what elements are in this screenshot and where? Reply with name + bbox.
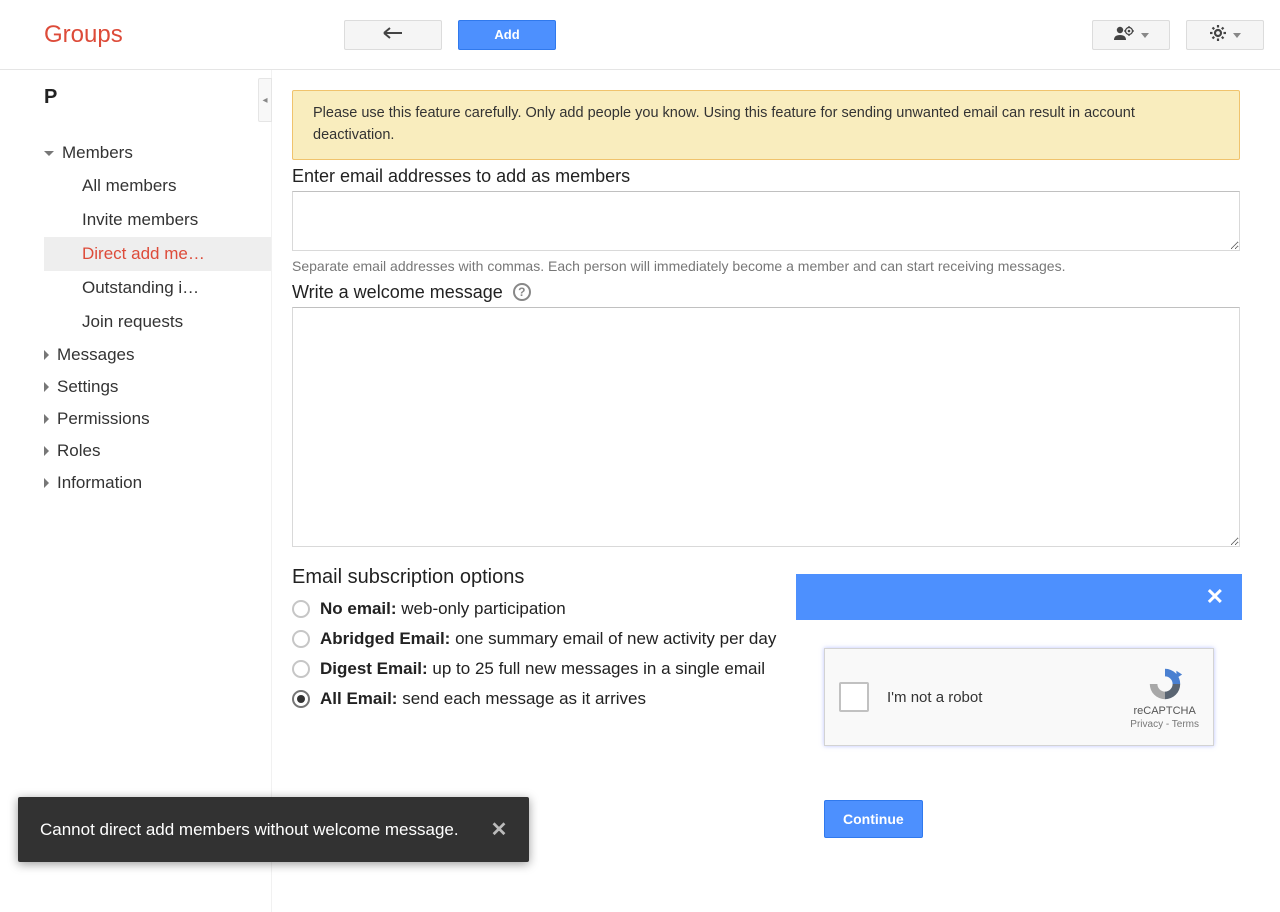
app-title: Groups (44, 21, 244, 49)
nav-roles[interactable]: Roles (44, 435, 271, 467)
collapse-sidebar-handle[interactable]: ◂ (258, 78, 272, 122)
close-icon[interactable]: ✕ (491, 817, 508, 842)
recaptcha-brand: reCAPTCHA (1130, 705, 1199, 717)
captcha-body: I'm not a robot reCAPTCHA Privacy - Term… (796, 620, 1242, 850)
emails-hint: Separate email addresses with commas. Ea… (292, 258, 1240, 274)
welcome-label-row: Write a welcome message ? (292, 282, 1240, 303)
nav-messages[interactable]: Messages (44, 339, 271, 371)
radio-icon (292, 690, 310, 708)
radio-icon (292, 660, 310, 678)
continue-button-label: Continue (843, 811, 904, 827)
welcome-input[interactable] (292, 307, 1240, 547)
person-gear-icon (1113, 25, 1135, 44)
toolbar: Add (344, 20, 556, 50)
chevron-down-icon (44, 151, 54, 156)
nav-invite-members[interactable]: Invite members (44, 203, 271, 237)
recaptcha-logo: reCAPTCHA Privacy - Terms (1130, 665, 1199, 730)
chevron-down-icon (1141, 27, 1149, 42)
recaptcha-checkbox[interactable] (839, 682, 869, 712)
main-content: Please use this feature carefully. Only … (272, 70, 1280, 912)
radio-label: No email: web-only participation (320, 599, 566, 619)
nav-outstanding-invitations[interactable]: Outstanding i… (44, 271, 271, 305)
welcome-label: Write a welcome message (292, 282, 503, 303)
radio-icon (292, 630, 310, 648)
nav-messages-label: Messages (57, 345, 134, 365)
nav-settings-label: Settings (57, 377, 118, 397)
recaptcha-widget: I'm not a robot reCAPTCHA Privacy - Term… (824, 648, 1214, 746)
chevron-right-icon (44, 350, 49, 360)
chevron-left-icon: ◂ (262, 95, 267, 106)
add-button[interactable]: Add (458, 20, 556, 50)
back-button[interactable] (344, 20, 442, 50)
radio-icon (292, 600, 310, 618)
chevron-right-icon (44, 446, 49, 456)
emails-label: Enter email addresses to add as members (292, 166, 1240, 187)
warning-banner: Please use this feature carefully. Only … (292, 90, 1240, 160)
error-toast: Cannot direct add members without welcom… (18, 797, 529, 862)
sidebar: P ◂ Members All members Invite members D… (0, 70, 272, 912)
add-button-label: Add (494, 27, 519, 42)
top-bar: Groups Add (0, 0, 1280, 70)
toast-message: Cannot direct add members without welcom… (40, 820, 459, 840)
recaptcha-links[interactable]: Privacy - Terms (1130, 719, 1199, 730)
body: P ◂ Members All members Invite members D… (0, 70, 1280, 912)
nav-permissions-label: Permissions (57, 409, 150, 429)
group-letter: P (0, 78, 271, 137)
radio-label: Abridged Email: one summary email of new… (320, 629, 776, 649)
back-arrow-icon (382, 26, 404, 43)
captcha-popup: ✕ I'm not a robot (796, 574, 1242, 850)
recaptcha-icon (1146, 665, 1184, 703)
chevron-down-icon (1233, 27, 1241, 42)
continue-button[interactable]: Continue (824, 800, 923, 838)
chevron-right-icon (44, 382, 49, 392)
nav-members-label: Members (62, 143, 133, 163)
nav-information[interactable]: Information (44, 467, 271, 499)
chevron-right-icon (44, 414, 49, 424)
nav-settings[interactable]: Settings (44, 371, 271, 403)
close-icon[interactable]: ✕ (1206, 584, 1224, 610)
top-right-controls (1092, 20, 1264, 50)
emails-input[interactable] (292, 191, 1240, 251)
nav-members[interactable]: Members (44, 137, 271, 169)
chevron-right-icon (44, 478, 49, 488)
nav-information-label: Information (57, 473, 142, 493)
help-icon[interactable]: ? (513, 283, 531, 301)
radio-label: Digest Email: up to 25 full new messages… (320, 659, 765, 679)
nav-join-requests[interactable]: Join requests (44, 305, 271, 339)
recaptcha-label: I'm not a robot (887, 689, 1112, 706)
nav-all-members[interactable]: All members (44, 169, 271, 203)
radio-label: All Email: send each message as it arriv… (320, 689, 646, 709)
nav: Members All members Invite members Direc… (0, 137, 271, 499)
settings-dropdown[interactable] (1186, 20, 1264, 50)
nav-roles-label: Roles (57, 441, 100, 461)
nav-direct-add-members[interactable]: Direct add me… (44, 237, 271, 271)
captcha-header-bar: ✕ (796, 574, 1242, 620)
manage-people-dropdown[interactable] (1092, 20, 1170, 50)
nav-permissions[interactable]: Permissions (44, 403, 271, 435)
gear-icon (1209, 24, 1227, 45)
